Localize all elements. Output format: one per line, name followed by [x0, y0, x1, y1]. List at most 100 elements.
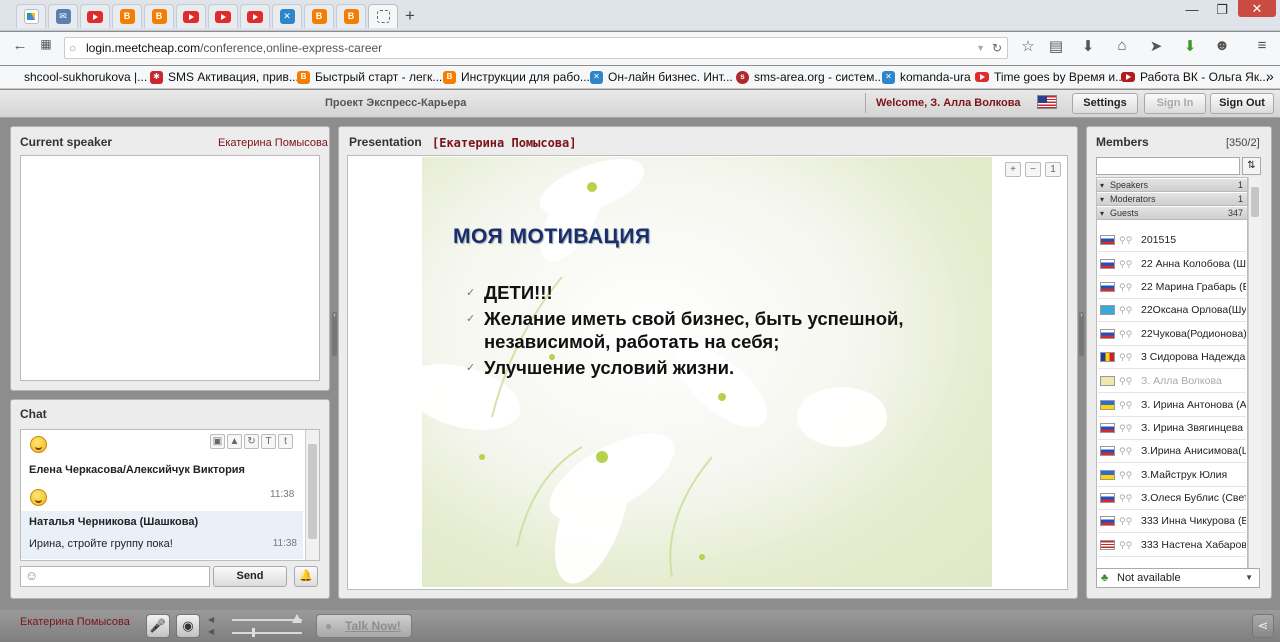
slider-thumb[interactable]	[252, 628, 255, 637]
member-name: 22Оксана Орлова(Шул	[1141, 304, 1246, 316]
x-app-icon: ✕	[590, 70, 603, 84]
browser-tab[interactable]: B	[304, 4, 334, 28]
close-window-icon[interactable]: ✕	[1238, 0, 1276, 17]
member-row[interactable]: ⚲⚲ З. Ирина Антонова (Ан	[1098, 394, 1246, 417]
bookmark-item[interactable]: B Быстрый старт - легк...	[297, 70, 442, 84]
browser-tab[interactable]: ✉	[48, 4, 78, 28]
send-icon[interactable]: ➤	[1144, 37, 1168, 55]
image-icon[interactable]: ▣	[210, 434, 225, 449]
member-row[interactable]: ⚲⚲ 22 Марина Грабарь (Ва	[1098, 276, 1246, 299]
member-row[interactable]: ⚲⚲ 22 Анна Колобова (Шу	[1098, 253, 1246, 276]
sort-icon[interactable]: ⇅	[1242, 157, 1261, 175]
chat-scroll-thumb[interactable]	[308, 444, 317, 539]
member-row[interactable]: ⚲⚲ 333 Инна Чикурова (Ва	[1098, 510, 1246, 533]
chat-message-body: Ирина, стройте группу пока! 11:38	[21, 538, 303, 550]
member-row[interactable]: ⚲⚲ З.Ирина Анисимова(Ш	[1098, 440, 1246, 463]
group-guests[interactable]: Guests 347	[1097, 207, 1247, 220]
members-scroll-thumb[interactable]	[1251, 187, 1259, 217]
mic-camera-icon: ⚲⚲	[1119, 516, 1133, 526]
members-title: Members	[1096, 135, 1149, 149]
share-icon[interactable]: ⋖	[1252, 614, 1274, 638]
zoom-out-icon[interactable]: −	[1025, 162, 1041, 177]
browser-tab[interactable]: B	[144, 4, 174, 28]
speaker-volume-slider[interactable]	[232, 628, 302, 637]
browser-tab[interactable]: B	[112, 4, 142, 28]
bell-icon[interactable]: 🔔	[294, 566, 318, 587]
browser-tab[interactable]	[176, 4, 206, 28]
clipboard-icon[interactable]: ▤	[1044, 37, 1068, 55]
member-row[interactable]: ⚲⚲ 22Чукова(Родионова)	[1098, 323, 1246, 346]
new-tab-button[interactable]: +	[405, 6, 415, 26]
member-row[interactable]: ⚲⚲ З.Олеся Бублис (Свет	[1098, 487, 1246, 510]
chat-bubble-icon[interactable]: ☻	[1210, 37, 1234, 54]
browser-tab[interactable]	[16, 4, 46, 28]
browser-tab-active[interactable]	[368, 4, 398, 28]
group-speakers[interactable]: Speakers 1	[1097, 179, 1247, 192]
minimize-icon[interactable]: —	[1178, 2, 1206, 17]
group-moderators[interactable]: Moderators 1	[1097, 193, 1247, 206]
webcam-icon[interactable]: ◉	[176, 614, 200, 638]
sign-out-button[interactable]: Sign Out	[1210, 93, 1274, 114]
status-dropdown[interactable]: ♣ Not available	[1096, 568, 1260, 588]
member-row[interactable]: ⚲⚲ 22Оксана Орлова(Шул	[1098, 299, 1246, 322]
more-bookmarks-button[interactable]: »	[1266, 68, 1274, 84]
member-row[interactable]: ⚲⚲ З.Майструк Юлия	[1098, 464, 1246, 487]
address-bar[interactable]: ○ login.meetcheap.com/conference,online-…	[64, 37, 1008, 59]
group-name: Moderators	[1110, 194, 1156, 204]
bookmark-item[interactable]: Time goes by Время и...	[975, 70, 1125, 84]
current-speaker-title: Current speaker	[20, 135, 113, 149]
reload-icon[interactable]: ↻	[992, 38, 1002, 58]
member-row-self[interactable]: ⚲⚲ З. Алла Волкова	[1098, 370, 1246, 393]
bookmark-item[interactable]: s sms-area.org - систем...	[736, 70, 884, 84]
sign-in-button[interactable]: Sign In	[1144, 93, 1206, 114]
menu-icon[interactable]: ≡	[1250, 37, 1274, 54]
microphone-icon[interactable]: 🎤	[146, 614, 170, 638]
home-icon[interactable]: ⌂	[1110, 37, 1134, 54]
browser-tab[interactable]	[80, 4, 110, 28]
settings-button[interactable]: Settings	[1072, 93, 1138, 114]
send-button[interactable]: Send	[213, 566, 287, 587]
mic-volume-slider[interactable]	[232, 614, 302, 623]
members-scrollbar[interactable]	[1248, 177, 1261, 587]
left-splitter-handle[interactable]: ‹	[332, 312, 337, 356]
members-search-input[interactable]	[1096, 157, 1240, 175]
refresh-icon[interactable]: ↻	[244, 434, 259, 449]
talk-now-button[interactable]: ● Talk Now!	[316, 614, 412, 638]
member-row[interactable]: ⚲⚲ 201515	[1098, 229, 1246, 252]
member-row[interactable]: ⚲⚲ З. Ирина Звягинцева (	[1098, 417, 1246, 440]
apps-icon[interactable]: ▦	[34, 37, 58, 51]
bookmark-item[interactable]: ✱ SMS Активация, прив...	[150, 70, 299, 84]
back-icon[interactable]: ←	[8, 37, 32, 54]
right-splitter-handle[interactable]: ›	[1079, 312, 1084, 356]
browser-tab[interactable]: ✕	[272, 4, 302, 28]
flag-icon	[1100, 516, 1115, 526]
browser-tab[interactable]	[240, 4, 270, 28]
actual-size-icon[interactable]: 1	[1045, 162, 1061, 177]
lock-icon[interactable]: ▲	[227, 434, 242, 449]
language-flag-icon[interactable]	[1037, 95, 1057, 109]
star-icon[interactable]: ☆	[1016, 37, 1040, 55]
chat-scrollbar[interactable]	[305, 430, 319, 560]
font-size-small-icon[interactable]: t	[278, 434, 293, 449]
member-row[interactable]: ⚲⚲ 333 Настена Хабарова	[1098, 534, 1246, 557]
bookmark-item[interactable]: shcool-sukhorukova |...	[24, 70, 147, 84]
font-size-icon[interactable]: T	[261, 434, 276, 449]
maximize-icon[interactable]: ❐	[1208, 2, 1236, 18]
emoji-icon[interactable]: ☺	[25, 568, 38, 583]
slider-thumb[interactable]	[292, 614, 302, 623]
browser-tab[interactable]	[208, 4, 238, 28]
download-icon[interactable]: ⬇	[1076, 37, 1100, 55]
member-row[interactable]: ⚲⚲ 3 Сидорова Надежда(	[1098, 346, 1246, 369]
chat-message: Елена Черкасова/Алексийчук Виктория	[21, 464, 303, 476]
dropdown-icon[interactable]: ▼	[976, 38, 985, 58]
zoom-in-icon[interactable]: +	[1005, 162, 1021, 177]
member-name: 3 Сидорова Надежда(	[1141, 351, 1246, 363]
bookmark-item[interactable]: ✕ komanda-ura	[882, 70, 971, 84]
browser-tab[interactable]: B	[336, 4, 366, 28]
bookmark-item[interactable]: B Инструкции для рабо...	[443, 70, 590, 84]
green-download-icon[interactable]: ⬇	[1178, 37, 1202, 55]
bookmark-item[interactable]: Работа ВК - Ольга Як...	[1121, 70, 1269, 84]
member-name: 22 Марина Грабарь (Ва	[1141, 281, 1246, 293]
chat-input[interactable]: ☺	[20, 566, 210, 587]
bookmark-item[interactable]: ✕ Он-лайн бизнес. Инт...	[590, 70, 733, 84]
